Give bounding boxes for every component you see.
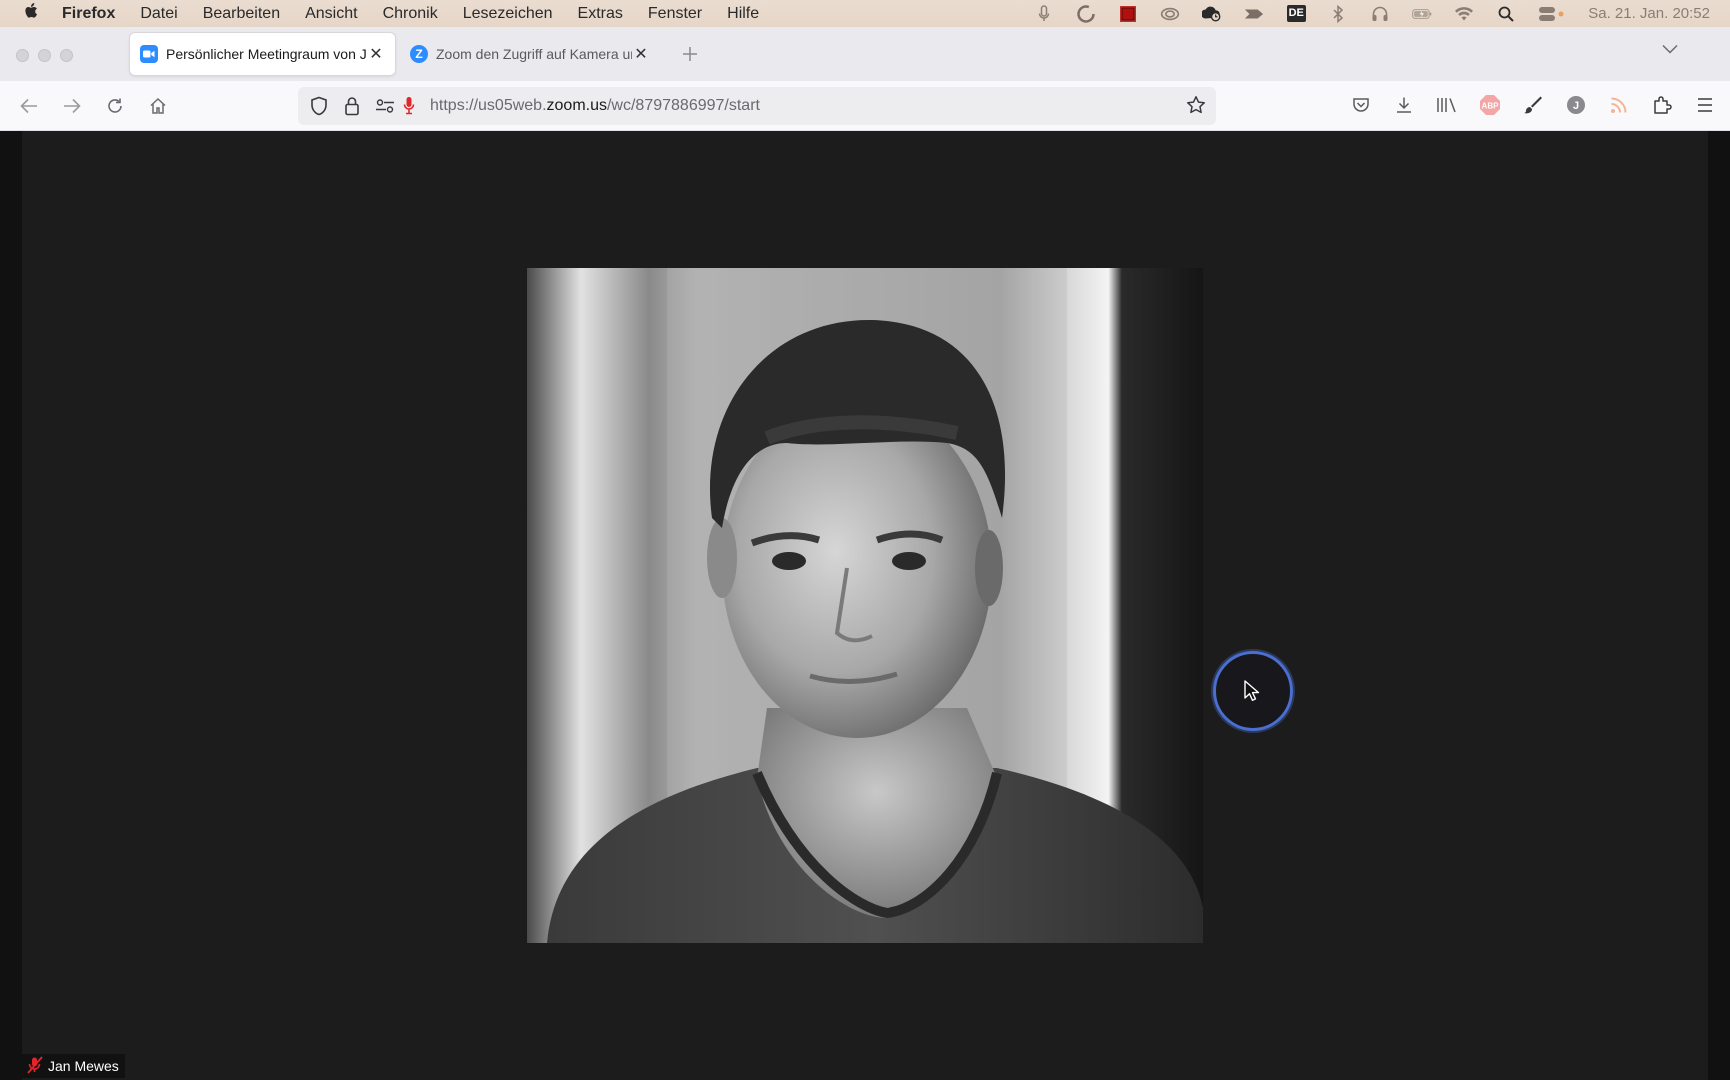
list-all-tabs-button[interactable] [1662, 41, 1678, 59]
app-menu-hamburger-icon[interactable] [1694, 94, 1716, 116]
screen-record-icon[interactable] [1118, 5, 1138, 23]
url-domain: zoom.us [546, 97, 607, 114]
bookmark-star-icon[interactable] [1186, 95, 1206, 120]
new-tab-button[interactable] [682, 41, 698, 69]
address-bar[interactable]: https://us05web.zoom.us/wc/8797886997/st… [298, 87, 1216, 125]
account-avatar[interactable]: J [1565, 94, 1587, 116]
participant-video-image [527, 268, 1203, 943]
menu-bearbeiten[interactable]: Bearbeiten [203, 5, 280, 23]
moom-icon[interactable] [1244, 5, 1264, 23]
menu-lesezeichen[interactable]: Lesezeichen [463, 5, 553, 23]
creative-cloud-icon[interactable] [1160, 5, 1180, 23]
downloads-icon[interactable] [1393, 94, 1415, 116]
window-zoom-button[interactable] [60, 49, 73, 62]
bluetooth-icon[interactable] [1328, 4, 1348, 23]
tab-label: Persönlicher Meetingraum von Ja [166, 46, 367, 62]
macos-menu-bar: Firefox Datei Bearbeiten Ansicht Chronik… [0, 0, 1730, 27]
menu-ansicht[interactable]: Ansicht [305, 5, 357, 23]
brush-extension-icon[interactable] [1522, 94, 1544, 116]
toolbar-icons: ABP J [1350, 94, 1730, 116]
pocket-icon[interactable] [1350, 94, 1372, 116]
back-button[interactable] [18, 95, 40, 117]
participant-name: Jan Mewes [48, 1058, 119, 1074]
muted-microphone-icon [26, 1055, 44, 1077]
refresh-app-icon[interactable] [1076, 4, 1096, 23]
tab-close-icon[interactable]: ✕ [632, 44, 650, 64]
adblock-plus-icon[interactable]: ABP [1479, 94, 1501, 116]
tracking-protection-shield-icon[interactable] [308, 95, 330, 117]
participant-name-badge: Jan Mewes [22, 1054, 125, 1078]
menu-datei[interactable]: Datei [140, 5, 177, 23]
reload-button[interactable] [104, 95, 126, 117]
input-source-icon[interactable]: DE [1286, 5, 1306, 23]
avatar-letter: J [1573, 100, 1579, 112]
forward-button[interactable] [61, 95, 83, 117]
browser-navigation-bar: https://us05web.zoom.us/wc/8797886997/st… [0, 81, 1730, 131]
zoom-video-icon [140, 45, 158, 63]
home-button[interactable] [147, 95, 169, 117]
control-center-icon[interactable] [1538, 5, 1566, 23]
mouse-pointer-icon [1244, 680, 1260, 701]
participant-video[interactable] [527, 268, 1203, 943]
window-close-button[interactable] [16, 49, 29, 62]
cursor-highlight [1213, 651, 1293, 731]
wifi-icon[interactable] [1454, 5, 1474, 23]
zoom-z-icon: Z [410, 45, 428, 63]
browser-tab-strip: Persönlicher Meetingraum von Ja ✕ Z Zoom… [0, 27, 1730, 81]
microphone-in-use-icon[interactable] [398, 95, 420, 117]
tab-meeting-room[interactable]: Persönlicher Meetingraum von Ja ✕ [130, 33, 395, 75]
extensions-puzzle-icon[interactable] [1651, 94, 1673, 116]
tab-label: Zoom den Zugriff auf Kamera ur [436, 46, 632, 62]
window-controls [16, 49, 73, 62]
headphones-icon[interactable] [1370, 5, 1390, 23]
menu-bar-status-area: DE Sa. 21. Jan. 20:52 [1034, 0, 1730, 27]
battery-icon[interactable] [1412, 5, 1432, 23]
url-text: https://us05web.zoom.us/wc/8797886997/st… [430, 97, 760, 115]
spotlight-search-icon[interactable] [1496, 5, 1516, 23]
timemachine-icon[interactable] [1202, 5, 1222, 23]
url-prefix: https://us05web. [430, 97, 547, 114]
library-icon[interactable] [1436, 94, 1458, 116]
window-minimize-button[interactable] [38, 49, 51, 62]
right-edge [1708, 131, 1730, 1080]
menu-hilfe[interactable]: Hilfe [727, 5, 759, 23]
menu-app-name[interactable]: Firefox [62, 5, 115, 23]
zoom-meeting-view [0, 131, 1730, 1080]
permissions-icon[interactable] [374, 95, 396, 117]
url-path: /wc/8797886997/start [606, 97, 760, 114]
adblock-label: ABP [1482, 102, 1500, 111]
lock-icon[interactable] [341, 95, 363, 117]
tab-close-icon[interactable]: ✕ [367, 44, 385, 64]
apple-menu-icon[interactable] [22, 2, 42, 25]
microphone-status-icon[interactable] [1034, 4, 1054, 23]
rss-feed-icon[interactable] [1608, 94, 1630, 116]
menu-bar-clock[interactable]: Sa. 21. Jan. 20:52 [1588, 5, 1710, 22]
left-edge [0, 131, 22, 1080]
tab-zoom-camera-access[interactable]: Z Zoom den Zugriff auf Kamera ur ✕ [400, 33, 660, 75]
menu-chronik[interactable]: Chronik [383, 5, 438, 23]
menu-fenster[interactable]: Fenster [648, 5, 702, 23]
menu-extras[interactable]: Extras [578, 5, 623, 23]
